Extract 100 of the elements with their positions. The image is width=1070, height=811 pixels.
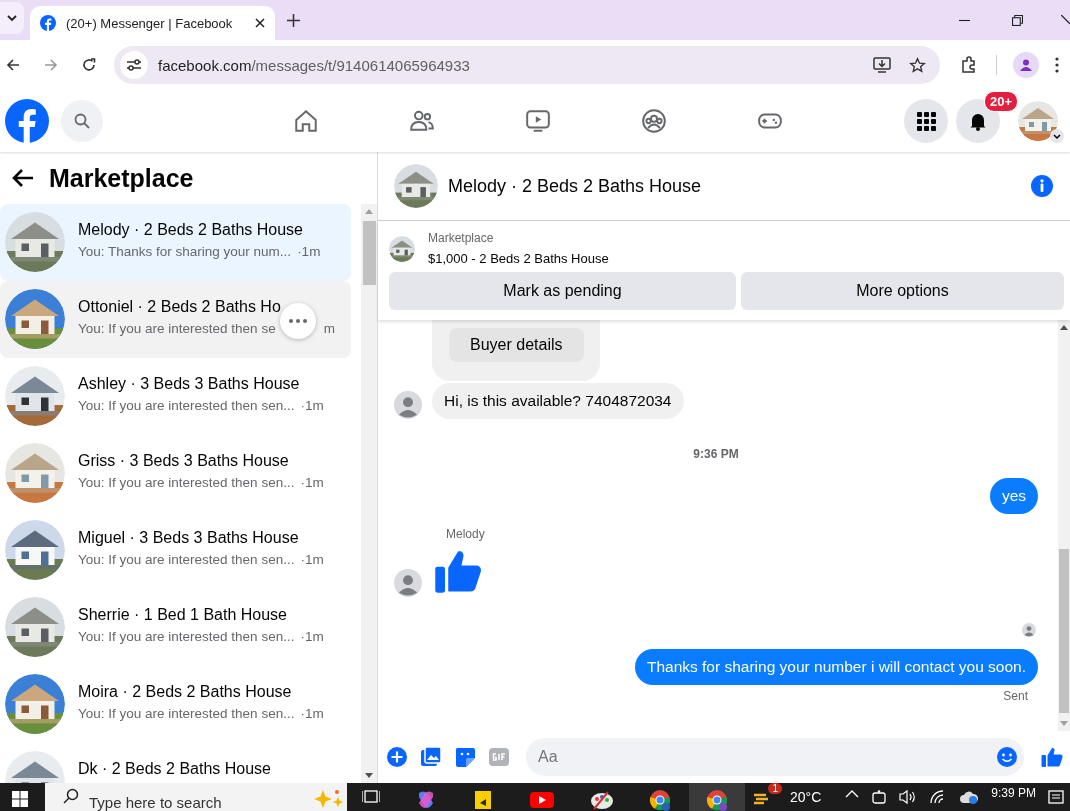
chevron-up-icon[interactable] (845, 789, 860, 799)
listing-button[interactable]: More options (741, 272, 1064, 310)
facebook-logo-icon[interactable] (5, 99, 49, 143)
person-icon (394, 391, 422, 419)
page-title: Marketplace (49, 163, 194, 193)
browser-tab[interactable]: (20+) Messenger | Facebook (30, 6, 275, 40)
info-icon[interactable] (1030, 174, 1054, 198)
conversation-item[interactable]: Moira · 2 Beds 2 Baths House You: If you are interested then sen... ·1m (0, 666, 351, 743)
windows-start-icon[interactable] (12, 791, 28, 807)
plus-circle-icon[interactable] (386, 746, 408, 768)
folder-icon[interactable] (472, 789, 494, 811)
notification-center-icon[interactable] (1048, 789, 1064, 805)
buyer-details-button[interactable]: Buyer details (449, 328, 584, 362)
scrollbar[interactable] (361, 204, 377, 783)
message-time: ·1m (297, 244, 321, 259)
back-arrow-icon[interactable] (6, 58, 20, 72)
install-icon[interactable] (873, 57, 891, 73)
temperature-text: 20°C (790, 789, 822, 805)
message-time: ·1m (300, 552, 324, 567)
chrome-icon[interactable] (649, 789, 671, 811)
conversation-name: Sherrie · 1 Bed 1 Bath House (78, 606, 288, 624)
back-arrow-icon[interactable] (12, 168, 34, 188)
speaker-icon[interactable] (899, 789, 918, 805)
conversation-item[interactable]: Melody · 2 Beds 2 Baths House You: Thanks for sharing your num... ·1m (0, 204, 351, 281)
cloud-icon[interactable] (959, 789, 980, 805)
search-placeholder: Type here to search (89, 793, 222, 811)
search-icon (63, 788, 79, 804)
profile-button[interactable] (1013, 52, 1039, 78)
message-bubble: Hi, is this available? 7404872034 (432, 383, 684, 419)
plus-icon[interactable] (287, 14, 300, 27)
message-time: ·1m (300, 629, 324, 644)
play-icon[interactable] (529, 789, 555, 811)
sticker-icon[interactable] (454, 746, 476, 768)
listing-label: Marketplace (428, 231, 495, 245)
photo-icon[interactable] (420, 746, 442, 768)
group-icon[interactable] (641, 108, 667, 134)
scrollbar-thumb[interactable] (362, 221, 376, 285)
home-icon[interactable] (293, 108, 319, 134)
smiley-icon[interactable] (996, 746, 1018, 768)
conversation-item[interactable]: Ottoniel · 2 Beds 2 Baths Ho You: If you are interested then se m (0, 281, 351, 358)
conversation-item[interactable]: Griss · 3 Beds 3 Baths House You: If you are interested then sen... ·1m (0, 435, 351, 512)
bell-icon (968, 111, 988, 131)
conversation-title: Melody · 2 Beds 2 Baths House (448, 175, 702, 197)
star-icon[interactable] (909, 56, 926, 74)
menu-icon[interactable] (1055, 57, 1059, 73)
message-field[interactable]: Aa (526, 738, 1024, 776)
site-settings-icon[interactable] (126, 58, 142, 72)
url-text: facebook.com/messages/t/9140614065964933 (158, 56, 470, 74)
listing-button[interactable]: Mark as pending (389, 272, 736, 310)
clock-time: 9:39 PM (991, 786, 1036, 800)
message-preview: You: If you are interested then sen... (78, 475, 295, 490)
thumbs-up-icon[interactable] (1040, 745, 1064, 769)
message-preview: You: If you are interested then sen... (78, 552, 295, 567)
taskbar-search-field[interactable]: Type here to search (45, 783, 347, 811)
camera-icon[interactable] (871, 789, 888, 805)
conversation-item[interactable]: Miguel · 3 Beds 3 Baths House You: If you are interested then sen... ·1m (0, 512, 351, 589)
chrome-icon[interactable] (706, 789, 728, 811)
chevron-down-icon[interactable] (1050, 129, 1064, 143)
more-icon (288, 319, 307, 323)
tab-list-button[interactable] (0, 2, 24, 34)
search-button[interactable] (61, 100, 103, 142)
conversation-name: Griss · 3 Beds 3 Baths House (78, 452, 290, 470)
conversation-name: Miguel · 3 Beds 3 Baths House (78, 529, 300, 547)
reload-icon[interactable] (82, 58, 96, 72)
task-view-icon[interactable] (362, 789, 380, 805)
up-arrow-icon[interactable] (1060, 325, 1068, 330)
menu-button[interactable] (904, 99, 948, 143)
tab-title: (20+) Messenger | Facebook (66, 15, 234, 31)
person-icon (1022, 623, 1036, 637)
sent-status: Sent (1003, 689, 1028, 703)
conversation-name: Melody · 2 Beds 2 Baths House (78, 221, 304, 239)
search-icon (74, 113, 90, 129)
message-time: ·1m (300, 398, 324, 413)
puzzle-icon[interactable] (960, 56, 978, 74)
people-icon[interactable] (409, 108, 435, 134)
grid-icon (916, 111, 936, 131)
conversation-item[interactable]: Ashley · 3 Beds 3 Baths House You: If you are interested then sen... ·1m (0, 358, 351, 435)
scrollbar[interactable] (1058, 320, 1070, 731)
listing-title: $1,000 - 2 Beds 2 Baths House (428, 251, 609, 266)
conversation-name: Ottoniel · 2 Beds 2 Baths Ho (78, 298, 282, 316)
conversation-item[interactable]: Sherrie · 1 Bed 1 Bath House You: If you are interested then sen... ·1m (0, 589, 351, 666)
down-arrow-icon[interactable] (365, 773, 373, 778)
video-icon[interactable] (525, 108, 551, 134)
conversation-name: Dk · 2 Beds 2 Baths House (78, 760, 271, 778)
timestamp: 9:36 PM (693, 447, 739, 461)
forward-arrow-icon[interactable] (44, 58, 58, 72)
scrollbar-thumb[interactable] (1059, 549, 1069, 713)
restore-icon[interactable] (1012, 15, 1023, 26)
person-icon (394, 569, 422, 597)
address-field[interactable]: facebook.com/messages/t/9140614065964933 (114, 46, 940, 84)
message-preview: You: Thanks for sharing your num... (78, 244, 292, 259)
sender-name: Melody (446, 527, 485, 541)
chevron-down-icon (7, 13, 17, 23)
facebook-logo-icon (40, 15, 56, 31)
paint-palette-icon[interactable] (590, 789, 614, 811)
message-preview: You: If you are interested then sen... (78, 629, 295, 644)
message-preview: You: If you are interested then sen... (78, 706, 295, 721)
more-options-button[interactable] (279, 303, 316, 339)
message-time: ·1m (300, 475, 324, 490)
person-icon (1019, 58, 1033, 72)
